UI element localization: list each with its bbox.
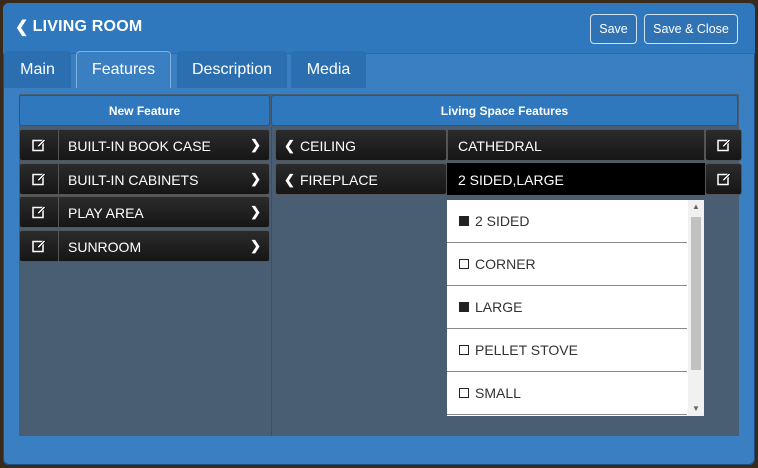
chevron-left-icon: ❮ [15, 19, 29, 36]
chevron-left-icon: ❮ [284, 172, 295, 187]
living-space-features-header: Living Space Features [271, 95, 738, 126]
column-divider [271, 127, 272, 436]
option-label: SMALL [475, 385, 521, 401]
list-item[interactable]: BUILT-IN BOOK CASE ❯ [19, 129, 270, 161]
tab-features[interactable]: Features [76, 51, 171, 88]
feature-name: CEILING [300, 138, 357, 154]
checkbox-unchecked-icon[interactable] [459, 259, 469, 269]
edit-icon[interactable] [20, 164, 59, 194]
chevron-right-icon: ❯ [250, 171, 261, 186]
option-label: CORNER [475, 256, 536, 272]
feature-name: FIREPLACE [300, 172, 378, 188]
save-button[interactable]: Save [590, 14, 637, 44]
edit-icon[interactable] [705, 163, 742, 195]
checkbox-unchecked-icon[interactable] [459, 388, 469, 398]
chevron-right-icon: ❯ [250, 204, 261, 219]
chevron-left-icon: ❮ [284, 138, 295, 153]
feature-value: 2 SIDED,LARGE [458, 172, 564, 188]
feature-value-select[interactable]: 2 SIDED,LARGE [447, 163, 705, 195]
fireplace-options-dropdown[interactable]: 2 SIDED CORNER LARGE PELLET STOVE SMALL … [447, 200, 704, 416]
scroll-up-arrow-icon[interactable]: ▲ [688, 200, 704, 214]
list-item[interactable]: SUNROOM ❯ [19, 230, 270, 262]
edit-icon[interactable] [20, 231, 59, 261]
checkbox-checked-icon[interactable] [459, 302, 469, 312]
option-label: LARGE [475, 299, 523, 315]
option-label: 2 SIDED [475, 213, 530, 229]
tab-media[interactable]: Media [291, 51, 366, 88]
dialog-header: ❮ LIVING ROOM Save Save & Close [3, 3, 755, 54]
feature-value: CATHEDRAL [458, 138, 542, 154]
dropdown-option[interactable]: SMALL [447, 372, 687, 415]
chevron-right-icon: ❯ [250, 137, 261, 152]
feature-row-fireplace: ❮ FIREPLACE 2 SIDED,LARGE [275, 163, 742, 195]
page-title: LIVING ROOM [32, 18, 143, 35]
remove-feature-ceiling[interactable]: ❮ CEILING [275, 129, 447, 161]
feature-label: SUNROOM [68, 239, 142, 255]
checkbox-unchecked-icon[interactable] [459, 345, 469, 355]
back-title-link[interactable]: ❮ LIVING ROOM [15, 17, 142, 37]
list-item[interactable]: BUILT-IN CABINETS ❯ [19, 163, 270, 195]
chevron-right-icon: ❯ [250, 238, 261, 253]
remove-feature-fireplace[interactable]: ❮ FIREPLACE [275, 163, 447, 195]
dropdown-option[interactable]: CORNER [447, 243, 687, 286]
edit-icon[interactable] [20, 130, 59, 160]
feature-value-select[interactable]: CATHEDRAL [447, 129, 705, 161]
edit-icon[interactable] [20, 197, 59, 227]
tab-description[interactable]: Description [177, 51, 287, 88]
living-room-dialog: ❮ LIVING ROOM Save Save & Close Main Fea… [3, 3, 755, 465]
option-label: PELLET STOVE [475, 342, 578, 358]
tab-main[interactable]: Main [4, 51, 71, 88]
feature-label: BUILT-IN BOOK CASE [68, 138, 211, 154]
feature-label: PLAY AREA [68, 205, 144, 221]
list-item[interactable]: PLAY AREA ❯ [19, 196, 270, 228]
feature-row-ceiling: ❮ CEILING CATHEDRAL [275, 129, 742, 161]
dropdown-option[interactable]: 2 SIDED [447, 200, 687, 243]
checkbox-checked-icon[interactable] [459, 216, 469, 226]
features-panel: New Feature Living Space Features BUILT-… [19, 94, 742, 436]
dropdown-option[interactable]: LARGE [447, 286, 687, 329]
new-feature-header: New Feature [19, 95, 270, 126]
scrollbar-thumb[interactable] [691, 217, 701, 370]
dropdown-option[interactable]: PELLET STOVE [447, 329, 687, 372]
feature-label: BUILT-IN CABINETS [68, 172, 199, 188]
dropdown-scrollbar[interactable]: ▲ ▼ [688, 200, 704, 416]
edit-icon[interactable] [705, 129, 742, 161]
scroll-down-arrow-icon[interactable]: ▼ [688, 402, 704, 416]
save-close-button[interactable]: Save & Close [644, 14, 738, 44]
